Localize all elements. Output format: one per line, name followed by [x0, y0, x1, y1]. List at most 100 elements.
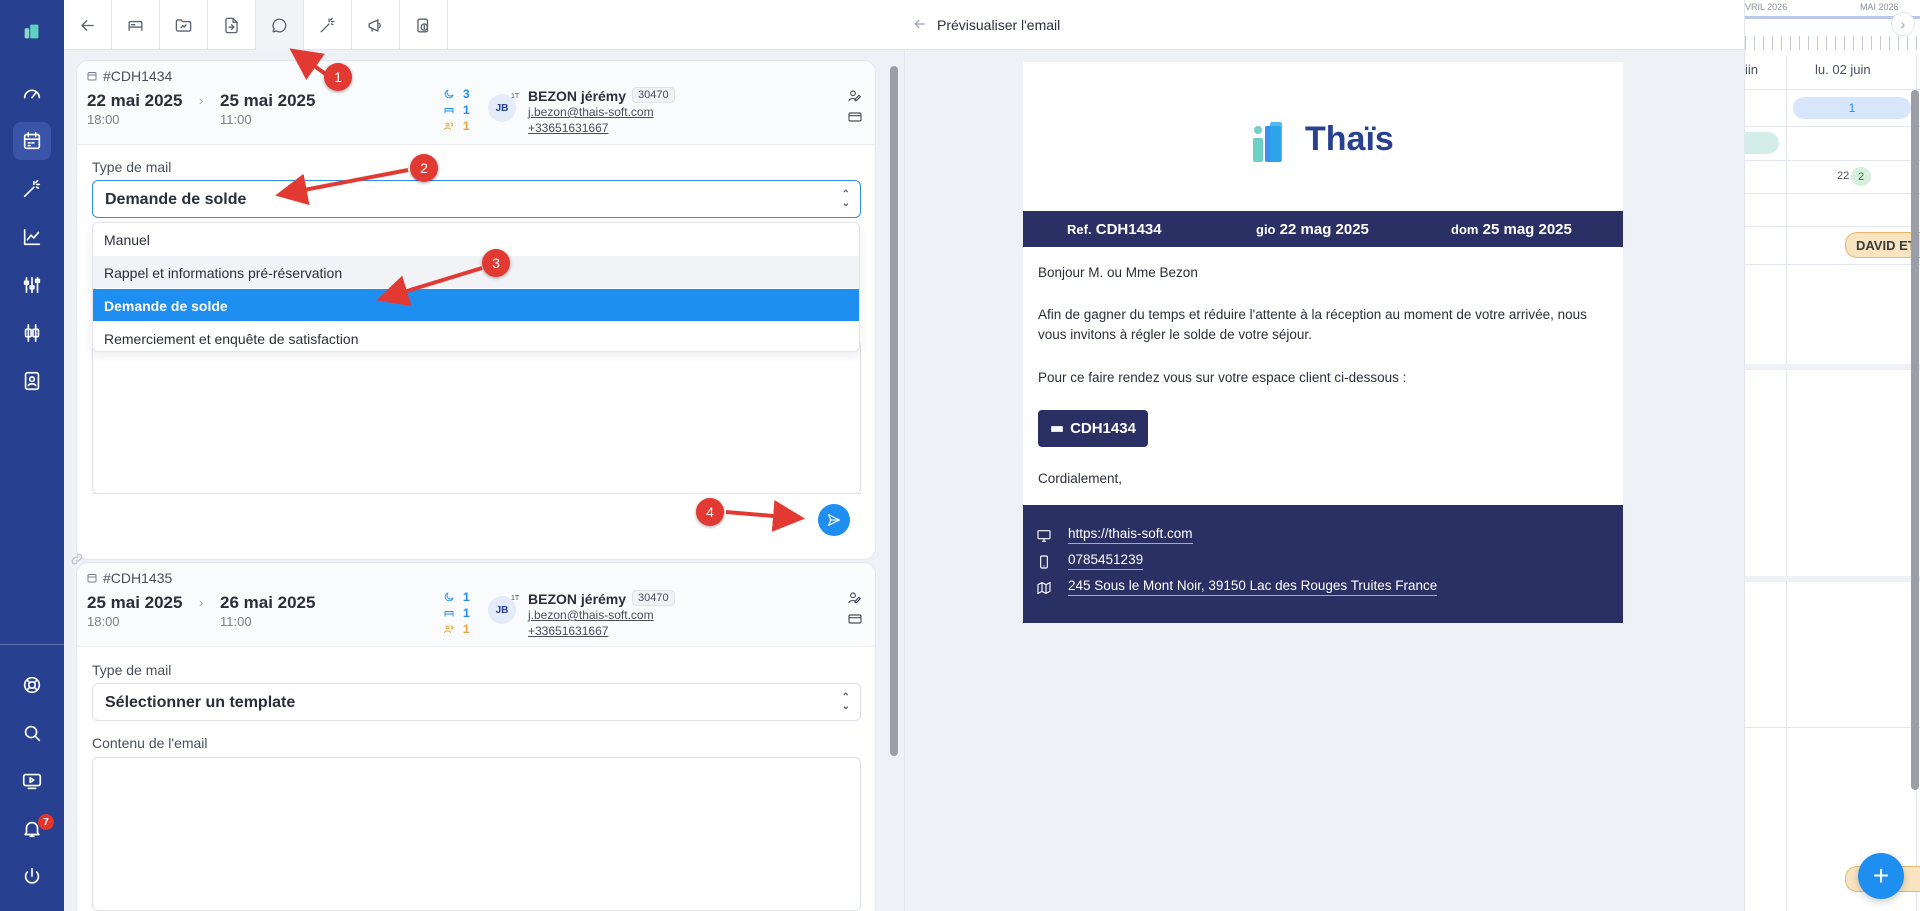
- chat-icon: [272, 17, 287, 33]
- guest-zip: 30470: [632, 87, 675, 103]
- arrival-date: 22 mai 2025: [87, 91, 183, 110]
- guest-name[interactable]: BEZON jérémy: [528, 591, 626, 607]
- card-icon[interactable]: [847, 109, 863, 125]
- tools-icon[interactable]: [13, 314, 51, 352]
- dropdown-option[interactable]: Rappel et informations pré-réservation: [93, 256, 859, 288]
- content-label: Contenu de l'email: [92, 735, 208, 751]
- messages-button[interactable]: [256, 0, 304, 50]
- settings-sliders-icon[interactable]: [13, 266, 51, 304]
- annotation-marker-4: 4: [696, 498, 724, 526]
- mail-type-value: Demande de solde: [105, 191, 247, 208]
- send-icon: [828, 514, 840, 526]
- logo-icon[interactable]: [13, 12, 51, 50]
- calendar-small-icon: [87, 574, 97, 583]
- ticket-icon: [1051, 425, 1063, 432]
- departure-time: 11:00: [220, 614, 252, 629]
- footer-address-link[interactable]: 245 Sous le Mont Noir, 39150 Lac des Rou…: [1068, 578, 1438, 596]
- booking-ref-text: #CDH1434: [103, 68, 173, 84]
- power-icon[interactable]: [13, 858, 51, 896]
- card-icon[interactable]: [847, 611, 863, 627]
- preview-title: Prévisualiser l'email: [937, 17, 1061, 33]
- moon-icon: [444, 592, 454, 602]
- band-ref: Ref. CDH1434: [1067, 221, 1162, 238]
- availability-pill[interactable]: 1: [1793, 97, 1911, 119]
- annotation-marker-1: 1: [324, 63, 352, 91]
- guest-email-link[interactable]: j.bezon@thais-soft.com: [528, 608, 654, 622]
- mail-type-select[interactable]: Sélectionner un template ⌃ ⌄: [92, 683, 861, 721]
- payment-button[interactable]: [400, 0, 448, 50]
- guests-count: 1: [443, 622, 470, 636]
- annotation-marker-2: 2: [410, 154, 438, 182]
- booking-ref[interactable]: #CDH1435: [86, 570, 172, 586]
- email-content-area[interactable]: [92, 757, 861, 911]
- dropdown-option[interactable]: Remerciement et enquête de satisfaction: [93, 322, 859, 351]
- guest-phone-link[interactable]: +33651631667: [528, 624, 608, 638]
- back-button[interactable]: [64, 0, 112, 50]
- mail-type-dropdown: Manuel Rappel et informations pré-réserv…: [92, 222, 860, 352]
- bed-icon: [128, 20, 143, 31]
- announce-button[interactable]: [352, 0, 400, 50]
- customer-space-button[interactable]: CDH1434: [1038, 410, 1148, 447]
- rooms-button[interactable]: [112, 0, 160, 50]
- arrival-time: 18:00: [87, 614, 120, 629]
- calendar-count: 22: [1837, 170, 1850, 182]
- mail-type-value: Sélectionner un template: [105, 694, 296, 711]
- chevron-right-icon: ›: [199, 93, 204, 108]
- contacts-icon[interactable]: [13, 362, 51, 400]
- search-icon[interactable]: [13, 714, 51, 752]
- mobile-icon: [1036, 554, 1052, 570]
- magic-button[interactable]: [304, 0, 352, 50]
- day-label: lu. 02 juin: [1815, 62, 1871, 77]
- magic-icon: [320, 17, 335, 33]
- calendar-scrollbar[interactable]: [1911, 90, 1919, 790]
- departure-date: 26 mai 2025: [220, 593, 316, 612]
- folder-icon: [175, 18, 192, 32]
- day-label: iin: [1745, 62, 1759, 77]
- add-button[interactable]: +: [1858, 853, 1904, 899]
- magic-icon[interactable]: [13, 170, 51, 208]
- export-button[interactable]: [208, 0, 256, 50]
- edit-guest-icon[interactable]: [847, 590, 863, 606]
- availability-pill[interactable]: [1745, 132, 1779, 154]
- help-icon[interactable]: [13, 666, 51, 704]
- main-sidebar: 7: [0, 0, 64, 911]
- booking-ref[interactable]: #CDH1434: [86, 68, 172, 84]
- email-content-area[interactable]: [92, 340, 861, 494]
- guest-name[interactable]: BEZON jérémy: [528, 88, 626, 104]
- calendar-small-icon: [87, 72, 97, 81]
- back-arrow-icon[interactable]: [912, 16, 928, 32]
- dropdown-option-selected[interactable]: Demande de solde: [93, 289, 859, 321]
- booking-card-header: [77, 563, 875, 647]
- guest-zip: 30470: [632, 590, 675, 606]
- booking-card-header: [77, 61, 875, 145]
- nights-count: 1: [443, 590, 470, 604]
- booking-block[interactable]: DAVID ET: [1845, 232, 1920, 258]
- avatar-tag: 1T: [511, 93, 520, 100]
- footer-website-link[interactable]: https://thais-soft.com: [1068, 526, 1193, 544]
- documents-button[interactable]: [160, 0, 208, 50]
- megaphone-icon: [368, 18, 381, 32]
- footer-phone-link[interactable]: 0785451239: [1068, 552, 1144, 570]
- content-divider: [92, 493, 861, 494]
- guest-phone-link[interactable]: +33651631667: [528, 121, 608, 135]
- send-button[interactable]: [818, 504, 850, 536]
- video-icon[interactable]: [13, 762, 51, 800]
- dashboard-icon[interactable]: [13, 75, 51, 113]
- calendar-next-icon[interactable]: ›: [1891, 12, 1915, 36]
- mail-type-label: Type de mail: [92, 159, 172, 175]
- rooms-count: 1: [443, 606, 470, 620]
- calendar-icon[interactable]: [13, 122, 51, 160]
- mail-type-label: Type de mail: [92, 662, 172, 678]
- mail-type-select[interactable]: Demande de solde ⌃ ⌄: [92, 180, 861, 218]
- stats-icon[interactable]: [13, 218, 51, 256]
- scrollbar[interactable]: [890, 66, 898, 756]
- notification-badge: 7: [38, 814, 54, 830]
- edit-guest-icon[interactable]: [847, 88, 863, 104]
- bed-small-icon: [444, 611, 454, 617]
- brand-name: Thaïs: [1305, 120, 1394, 158]
- guest-email-link[interactable]: j.bezon@thais-soft.com: [528, 105, 654, 119]
- dropdown-option[interactable]: Manuel: [93, 223, 859, 255]
- calendar-count-badge: 2: [1851, 167, 1871, 186]
- select-caret-icon: ⌃ ⌄: [841, 189, 850, 209]
- thais-logo-icon: [1250, 118, 1290, 164]
